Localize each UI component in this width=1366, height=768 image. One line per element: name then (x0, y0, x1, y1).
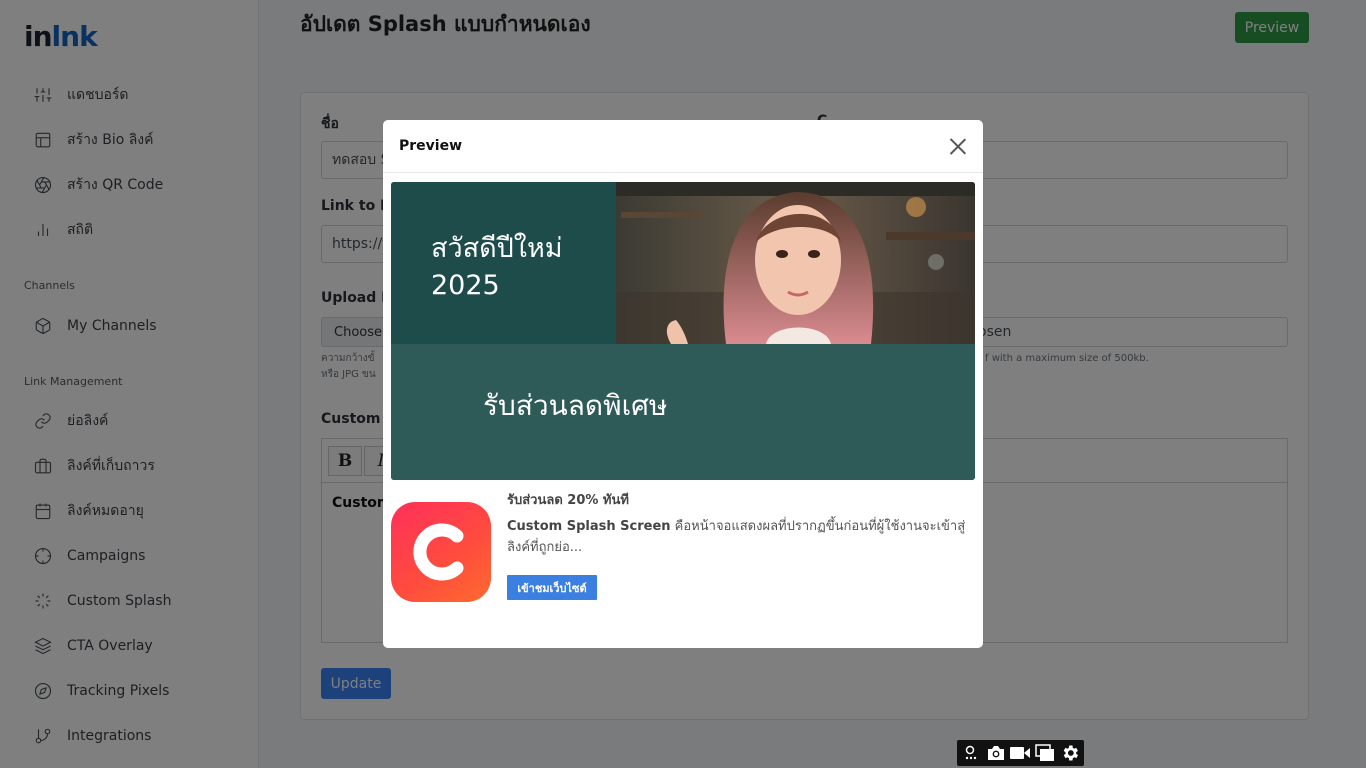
windows-icon[interactable] (1033, 742, 1057, 764)
modal-title: Preview (399, 138, 463, 154)
banner-greeting-panel: สวัสดีปีใหม่ 2025 (391, 182, 616, 344)
gear-icon[interactable] (1058, 742, 1082, 764)
banner-sale-text: รับส่วนลดพิเศษ (483, 389, 668, 422)
ad-description-strong: Custom Splash Screen (507, 519, 671, 534)
splash-banner-image: สวัสดีปีใหม่ 2025 รับส่วนลดพิเศษ (391, 182, 975, 480)
app-logo-icon (391, 502, 491, 602)
video-icon[interactable] (1008, 742, 1032, 764)
banner-promo-panel: รับส่วนลดพิเศษ (391, 344, 975, 480)
ad-description: Custom Splash Screen คือหน้าจอแสดงผลที่ป… (507, 516, 969, 558)
floating-toolbar (957, 740, 1084, 766)
ad-headline: รับส่วนลด 20% ทันที (507, 493, 629, 508)
attach-icon[interactable] (959, 742, 983, 764)
preview-modal: Preview สวัสดีปีใหม่ 2025 รับส่วนลดพิเศษ… (383, 120, 983, 648)
visit-website-button[interactable]: เข้าชมเว็บไซต์ (507, 575, 597, 600)
modal-header: Preview (383, 120, 983, 173)
banner-portrait-photo (616, 182, 975, 344)
banner-greeting: สวัสดีปีใหม่ 2025 (431, 230, 563, 304)
banner-greeting-line2: 2025 (431, 270, 500, 301)
camera-icon[interactable] (984, 742, 1008, 764)
banner-greeting-line1: สวัสดีปีใหม่ (431, 233, 563, 264)
close-icon[interactable] (947, 135, 969, 157)
